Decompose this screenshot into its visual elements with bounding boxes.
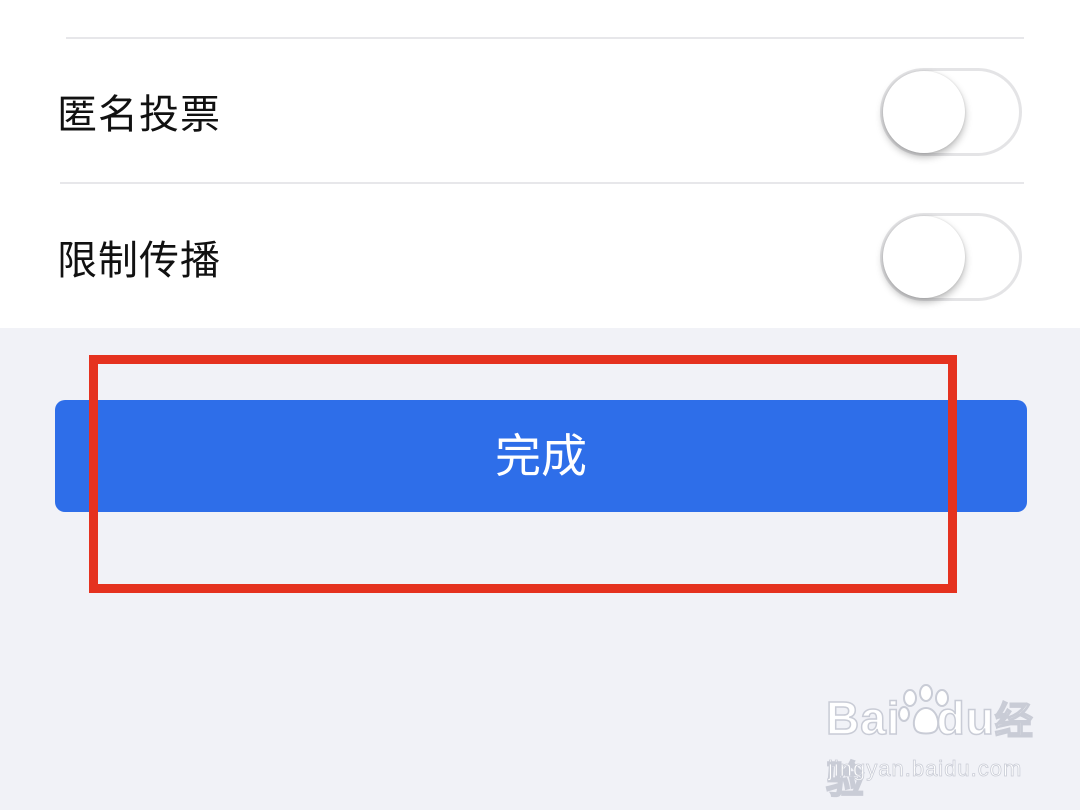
limit-spread-label: 限制传播: [57, 238, 221, 284]
settings-panel: 匿名投票 限制传播: [0, 0, 1080, 328]
baidu-jingyan-watermark: Bai du经验 jingyan.baidu.com: [825, 684, 1046, 803]
done-button[interactable]: 完成: [55, 400, 1027, 512]
watermark-logo: Bai du经验: [825, 691, 1034, 803]
paw-icon: [898, 684, 949, 735]
limit-spread-toggle[interactable]: [880, 213, 1022, 301]
toggle-knob: [883, 71, 965, 153]
divider: [66, 37, 1024, 39]
divider: [60, 182, 1024, 184]
toggle-knob: [883, 216, 965, 298]
watermark-url: jingyan.baidu.com: [828, 756, 1023, 782]
anonymous-vote-toggle[interactable]: [880, 68, 1022, 156]
anonymous-vote-label: 匿名投票: [57, 92, 221, 138]
